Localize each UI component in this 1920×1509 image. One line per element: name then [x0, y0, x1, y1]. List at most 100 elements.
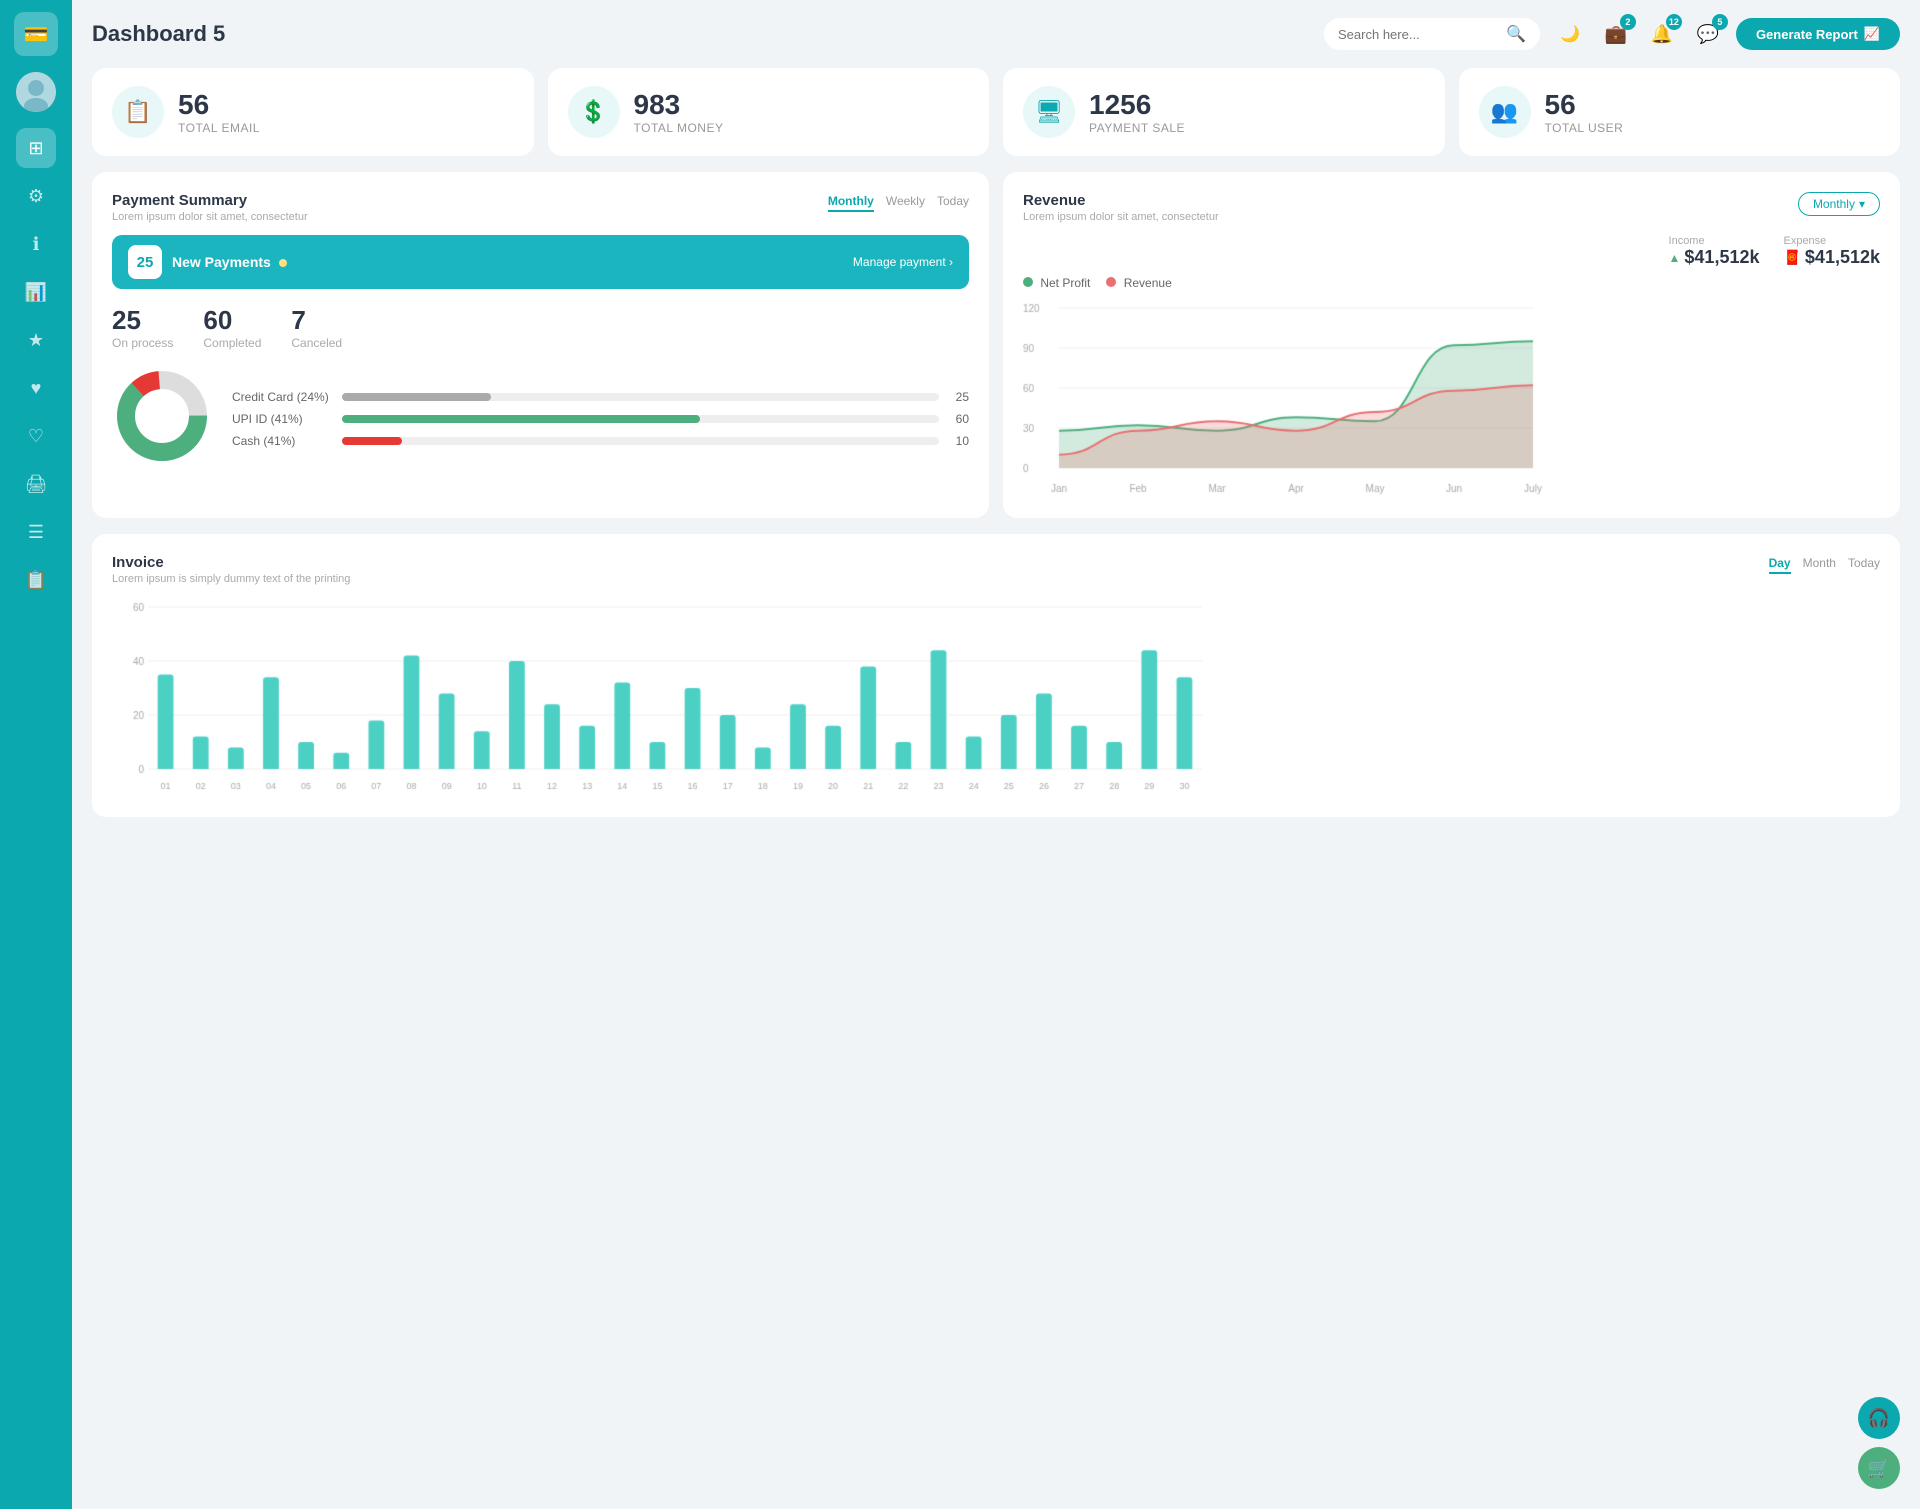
payment-icon: 🖥: [1023, 86, 1075, 138]
new-payments-left: 25 New Payments: [128, 245, 287, 279]
payment-title: Payment Summary: [112, 192, 308, 209]
cash-bar: [342, 437, 402, 445]
sidebar-logo[interactable]: 💳: [14, 12, 58, 56]
upi-bar: [342, 415, 700, 423]
sidebar-item-print[interactable]: 🖨: [16, 464, 56, 504]
stat-card-user: 👥 56 TOTAL USER: [1459, 68, 1901, 156]
income-label: Income: [1669, 235, 1760, 247]
dark-mode-button[interactable]: 🌙: [1552, 16, 1588, 52]
np-dot: [279, 259, 287, 267]
manage-payment-link[interactable]: Manage payment ›: [853, 255, 953, 269]
bell-button[interactable]: 🔔 12: [1644, 16, 1680, 52]
tab-weekly[interactable]: Weekly: [886, 192, 925, 212]
sidebar-item-dashboard[interactable]: ⊞: [16, 128, 56, 168]
income-block: Income ▲ $41,512k: [1669, 235, 1760, 268]
sidebar-item-heart1[interactable]: ♥: [16, 368, 56, 408]
completed-count: 60: [203, 305, 261, 336]
sidebar: 💳 ⊞ ⚙ ℹ 📊 ★ ♥ ♡ 🖨 ☰ 📋: [0, 0, 72, 1509]
chat-button[interactable]: 💬 5: [1690, 16, 1726, 52]
net-profit-dot: [1023, 277, 1033, 287]
progress-row-cash: Cash (41%) 10: [232, 434, 969, 448]
stat-email-info: 56 TOTAL EMAIL: [178, 89, 260, 135]
payment-header: Payment Summary Lorem ipsum dolor sit am…: [112, 192, 969, 223]
tab-month[interactable]: Month: [1803, 554, 1836, 574]
income-up-icon: ▲: [1669, 251, 1681, 265]
cash-bar-wrap: [342, 437, 939, 445]
cc-label: Credit Card (24%): [232, 390, 332, 404]
invoice-card: Invoice Lorem ipsum is simply dummy text…: [92, 534, 1900, 817]
search-box[interactable]: 🔍: [1324, 18, 1540, 50]
stat-card-money: 💲 983 TOTAL MONEY: [548, 68, 990, 156]
avatar[interactable]: [16, 72, 56, 112]
revenue-title: Revenue: [1023, 192, 1219, 209]
user-icon: 👥: [1479, 86, 1531, 138]
revenue-amounts: Income ▲ $41,512k Expense 🧧 $41,512k: [1023, 235, 1880, 268]
completed-label: Completed: [203, 336, 261, 350]
revenue-dot: [1106, 277, 1116, 287]
tab-day[interactable]: Day: [1769, 554, 1791, 574]
chevron-down-icon: ▾: [1859, 197, 1865, 211]
expense-block: Expense 🧧 $41,512k: [1783, 235, 1880, 268]
cc-val: 25: [949, 390, 969, 404]
legend-revenue: Revenue: [1106, 276, 1171, 290]
cart-button[interactable]: 🛒: [1858, 1447, 1900, 1489]
cash-label: Cash (41%): [232, 434, 332, 448]
stat-card-email: 📋 56 TOTAL EMAIL: [92, 68, 534, 156]
progress-section: Credit Card (24%) 25 UPI ID (41%) 60: [232, 390, 969, 456]
revenue-subtitle: Lorem ipsum dolor sit amet, consectetur: [1023, 211, 1219, 223]
np-count: 25: [128, 245, 162, 279]
cc-bar-wrap: [342, 393, 939, 401]
floating-buttons: 🎧 🛒: [1858, 1397, 1900, 1489]
stat-cards: 📋 56 TOTAL EMAIL 💲 983 TOTAL MONEY 🖥 125…: [92, 68, 1900, 156]
sidebar-item-info[interactable]: ℹ: [16, 224, 56, 264]
generate-report-label: Generate Report: [1756, 27, 1858, 42]
sidebar-item-star[interactable]: ★: [16, 320, 56, 360]
headset-button[interactable]: 🎧: [1858, 1397, 1900, 1439]
wallet-badge: 2: [1620, 14, 1636, 30]
invoice-tabs: Day Month Today: [1769, 554, 1880, 574]
bell-badge: 12: [1666, 14, 1682, 30]
completed-stat: 60 Completed: [203, 305, 261, 350]
on-process-label: On process: [112, 336, 173, 350]
upi-bar-wrap: [342, 415, 939, 423]
wallet-button[interactable]: 💼 2: [1598, 16, 1634, 52]
sidebar-item-list[interactable]: ☰: [16, 512, 56, 552]
expense-label: Expense: [1783, 235, 1880, 247]
legend-net-profit: Net Profit: [1023, 276, 1090, 290]
invoice-header: Invoice Lorem ipsum is simply dummy text…: [112, 554, 1880, 585]
stat-payment-info: 1256 PAYMENT SALE: [1089, 89, 1185, 135]
tab-monthly[interactable]: Monthly: [828, 192, 874, 212]
tab-today-inv[interactable]: Today: [1848, 554, 1880, 574]
tab-today[interactable]: Today: [937, 192, 969, 212]
on-process-count: 25: [112, 305, 173, 336]
expense-value: $41,512k: [1805, 247, 1880, 268]
payment-summary-card: Payment Summary Lorem ipsum dolor sit am…: [92, 172, 989, 518]
payment-subtitle: Lorem ipsum dolor sit amet, consectetur: [112, 211, 308, 223]
canceled-count: 7: [291, 305, 342, 336]
stat-user-info: 56 TOTAL USER: [1545, 89, 1624, 135]
invoice-chart: [112, 597, 1212, 797]
page-title: Dashboard 5: [92, 21, 1324, 47]
new-payments-bar: 25 New Payments Manage payment ›: [112, 235, 969, 289]
sidebar-item-heart2[interactable]: ♡: [16, 416, 56, 456]
payment-label: PAYMENT SALE: [1089, 121, 1185, 135]
chat-badge: 5: [1712, 14, 1728, 30]
income-value: $41,512k: [1684, 247, 1759, 268]
revenue-header: Revenue Lorem ipsum dolor sit amet, cons…: [1023, 192, 1880, 223]
revenue-chart: [1023, 298, 1543, 498]
sidebar-item-doc[interactable]: 📋: [16, 560, 56, 600]
generate-report-button[interactable]: Generate Report 📈: [1736, 18, 1900, 50]
donut-chart: [112, 366, 212, 471]
invoice-subtitle: Lorem ipsum is simply dummy text of the …: [112, 573, 350, 585]
expense-icon: 🧧: [1783, 249, 1800, 266]
main-content: Dashboard 5 🔍 🌙 💼 2 🔔 12 💬 5 Generate Re…: [72, 0, 1920, 1509]
money-count: 983: [634, 89, 724, 121]
sidebar-item-chart[interactable]: 📊: [16, 272, 56, 312]
middle-section: Payment Summary Lorem ipsum dolor sit am…: [92, 172, 1900, 518]
sidebar-item-settings[interactable]: ⚙: [16, 176, 56, 216]
search-input[interactable]: [1338, 27, 1498, 42]
invoice-title: Invoice: [112, 554, 350, 571]
revenue-tab-dropdown[interactable]: Monthly ▾: [1798, 192, 1880, 216]
revenue-tab-label: Monthly: [1813, 197, 1855, 211]
progress-row-upi: UPI ID (41%) 60: [232, 412, 969, 426]
